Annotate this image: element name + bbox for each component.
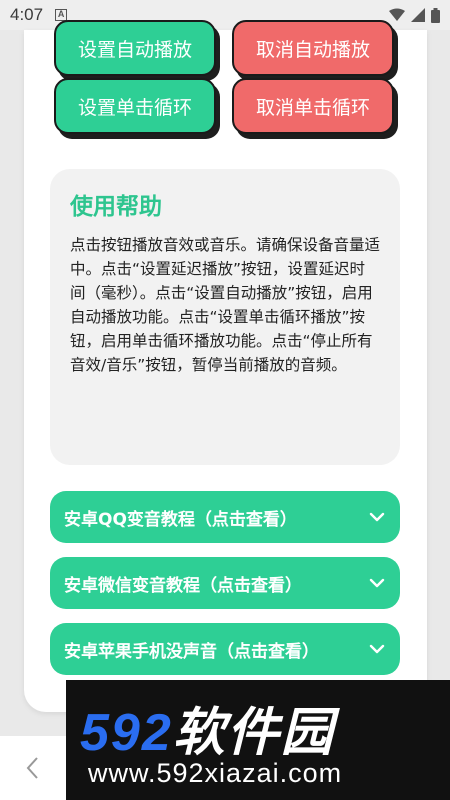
- status-icons: [389, 7, 440, 23]
- chevron-down-icon: [369, 512, 385, 522]
- navigation-bar: [0, 736, 66, 800]
- fold-label: 安卓微信变音教程（点击查看）: [64, 575, 302, 596]
- fold-qq-tutorial[interactable]: 安卓QQ变音教程（点击查看）: [50, 491, 400, 543]
- wifi-icon: [389, 8, 405, 21]
- chevron-down-icon: [369, 644, 385, 654]
- main-card: 设置自动播放 取消自动播放 设置单击循环 取消单击循环 使用帮助 点击按钮播放音…: [24, 20, 427, 712]
- signal-icon: [411, 8, 425, 22]
- help-body: 点击按钮播放音效或音乐。请确保设备音量适中。点击“设置延迟播放”按钮，设置延迟时…: [70, 236, 381, 374]
- set-auto-play-button[interactable]: 设置自动播放: [54, 20, 216, 76]
- status-time: 4:07: [10, 5, 44, 24]
- watermark-url: www.592xiazai.com: [88, 758, 343, 788]
- fold-wechat-tutorial[interactable]: 安卓微信变音教程（点击查看）: [50, 557, 400, 609]
- cancel-single-loop-button[interactable]: 取消单击循环: [232, 78, 394, 134]
- fold-label: 安卓QQ变音教程（点击查看）: [64, 509, 297, 530]
- watermark: 592软件园 www.592xiazai.com: [66, 680, 450, 800]
- help-panel: 使用帮助 点击按钮播放音效或音乐。请确保设备音量适中。点击“设置延迟播放”按钮，…: [50, 169, 400, 465]
- chevron-down-icon: [369, 578, 385, 588]
- set-single-loop-button[interactable]: 设置单击循环: [54, 78, 216, 134]
- fold-iphone-no-sound[interactable]: 安卓苹果手机没声音（点击查看）: [50, 623, 400, 675]
- help-title: 使用帮助: [70, 194, 162, 220]
- back-icon[interactable]: [25, 756, 41, 780]
- watermark-logo: 592软件园: [80, 704, 335, 762]
- cancel-auto-play-button[interactable]: 取消自动播放: [232, 20, 394, 76]
- battery-icon: [431, 7, 440, 23]
- fold-label: 安卓苹果手机没声音（点击查看）: [64, 641, 319, 662]
